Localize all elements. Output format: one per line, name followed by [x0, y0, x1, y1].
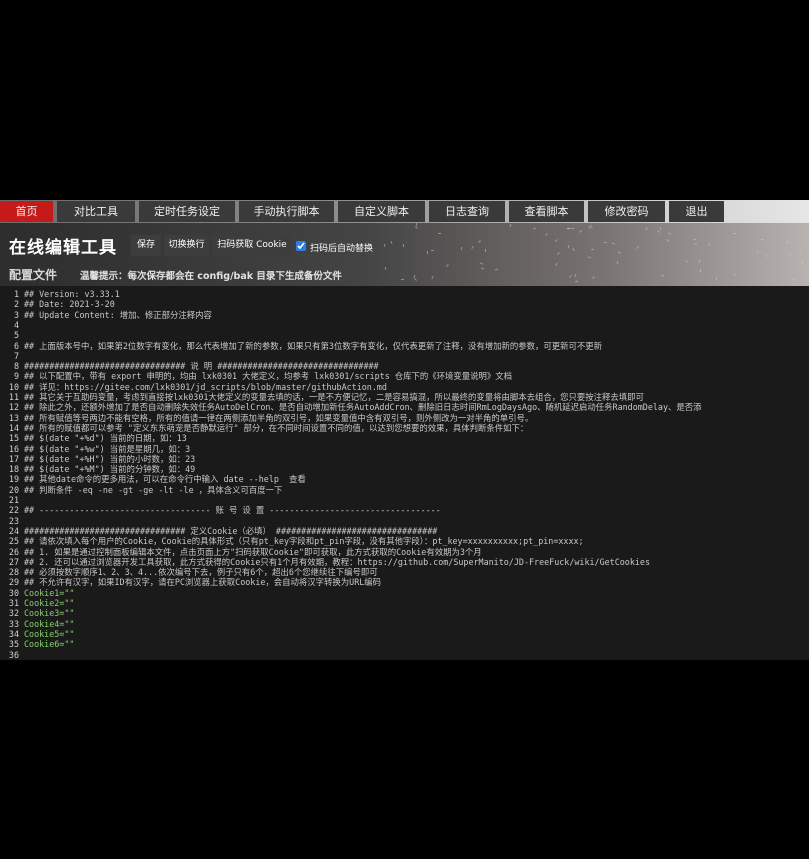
page-title: 在线编辑工具	[9, 238, 117, 258]
snowflake	[568, 274, 572, 278]
top-nav: 首页 对比工具 定时任务设定 手动执行脚本 自定义脚本 日志查询 查看脚本 修改…	[0, 200, 809, 223]
nav-logout[interactable]: 退出	[669, 201, 724, 222]
snowflake	[556, 251, 560, 255]
snowflake	[571, 248, 575, 252]
snowflake	[760, 238, 764, 240]
snowflake	[684, 260, 688, 264]
nav-run-script[interactable]: 手动执行脚本	[239, 201, 334, 222]
snowflake	[698, 260, 700, 264]
scan-cookie-button[interactable]: 扫码获取 Cookie	[212, 235, 292, 256]
snowflake	[786, 241, 789, 245]
snowflake	[660, 274, 664, 278]
section-title: 配置文件	[9, 268, 58, 282]
snowflake	[471, 245, 475, 249]
snowflake	[645, 227, 648, 231]
nav-cron-settings[interactable]: 定时任务设定	[139, 201, 235, 222]
snowflake	[657, 230, 661, 234]
auto-replace-checkbox[interactable]	[296, 241, 306, 251]
snowflake	[390, 241, 393, 245]
nav-home[interactable]: 首页	[0, 201, 53, 222]
snowflake	[383, 243, 386, 247]
snowflake	[431, 249, 435, 251]
snowflake	[461, 247, 463, 251]
snowflake	[798, 248, 802, 252]
save-button[interactable]: 保存	[131, 235, 161, 256]
snowflake	[545, 232, 548, 237]
snowflake	[401, 279, 405, 281]
snowflake	[588, 256, 592, 259]
snowflake	[494, 268, 498, 271]
snowflake	[477, 239, 481, 243]
code-editor[interactable]: 1 ## Version: v3.33.1 2 ## Date: 2021-3-20 3…	[0, 286, 809, 660]
snowflake	[667, 232, 671, 235]
snowflake	[693, 238, 697, 241]
snowflake	[574, 274, 577, 278]
snowflake	[532, 227, 536, 230]
snowflake	[693, 242, 698, 245]
snowflake	[765, 253, 768, 257]
snowflake	[571, 228, 575, 230]
snowflake	[431, 275, 434, 279]
snowflake	[787, 253, 791, 256]
snowflake	[715, 276, 717, 280]
code-line: 36	[0, 650, 809, 661]
snowflake	[415, 226, 419, 229]
snowflake	[708, 243, 712, 247]
snowflake	[618, 251, 622, 254]
nav-view-script[interactable]: 查看脚本	[509, 201, 584, 222]
snowflake	[555, 262, 558, 266]
nav-log-query[interactable]: 日志查询	[429, 201, 505, 222]
toggle-wrap-button[interactable]: 切换换行	[164, 235, 209, 256]
snowflake	[445, 264, 449, 268]
snowflake	[438, 232, 442, 234]
snowflake	[791, 278, 795, 281]
snowflake	[579, 229, 583, 233]
snowflake	[800, 261, 805, 265]
snowflake	[574, 280, 578, 283]
snowflake	[554, 239, 558, 242]
backup-hint: 温馨提示：每次保存都会在 config/bak 目录下生成备份文件	[80, 271, 342, 282]
snowflake	[413, 277, 417, 281]
snowflake	[755, 250, 759, 254]
snowflake	[479, 262, 483, 265]
snowflake	[660, 226, 662, 230]
snowflake	[426, 250, 429, 254]
snowflake	[384, 267, 386, 271]
snowflake	[604, 241, 608, 243]
snowflake	[636, 246, 640, 249]
page-header: 在线编辑工具 保存 切换换行 扫码获取 Cookie 扫码后自动替换 配置文件 …	[0, 223, 809, 286]
snowflake	[509, 223, 512, 227]
nav-compare-tool[interactable]: 对比工具	[57, 201, 135, 222]
snowflake	[665, 239, 669, 242]
snowflake	[700, 268, 702, 272]
snowflake	[612, 242, 616, 245]
snowflake	[587, 225, 591, 229]
snowflake	[567, 244, 569, 248]
snowflake	[484, 248, 486, 252]
snowflake	[732, 272, 737, 276]
line-number: 36	[8, 649, 19, 660]
auto-replace-label[interactable]: 扫码后自动替换	[310, 241, 373, 254]
snowflake	[480, 267, 484, 270]
snowflake	[567, 227, 571, 229]
nav-change-password[interactable]: 修改密码	[588, 201, 665, 222]
snowflake	[592, 276, 595, 280]
snowflake	[590, 248, 594, 251]
nav-custom-script[interactable]: 自定义脚本	[338, 201, 425, 222]
editor-app: 首页 对比工具 定时任务设定 手动执行脚本 自定义脚本 日志查询 查看脚本 修改…	[0, 200, 809, 660]
snowflake	[402, 244, 405, 248]
snowflake	[616, 261, 619, 265]
snowflake	[732, 232, 737, 235]
